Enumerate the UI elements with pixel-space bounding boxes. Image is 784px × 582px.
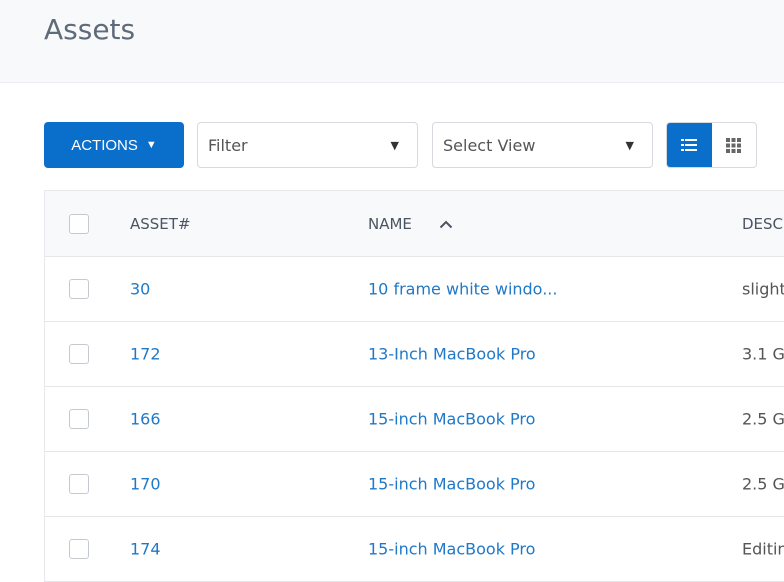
column-header-name[interactable]: NAME [368,215,453,233]
asset-name-link[interactable]: 15-inch MacBook Pro [368,410,535,429]
asset-name-link[interactable]: 13-Inch MacBook Pro [368,345,536,364]
column-header-asset[interactable]: ASSET# [130,215,191,233]
asset-number-link[interactable]: 166 [130,410,161,429]
select-view-dropdown[interactable]: Select View ▼ [432,122,653,168]
filter-dropdown[interactable]: Filter ▼ [197,122,418,168]
row-checkbox[interactable] [69,474,89,494]
asset-number-link[interactable]: 30 [130,280,150,299]
actions-label: ACTIONS [71,136,138,154]
page-header: Assets [0,0,784,83]
row-checkbox[interactable] [69,539,89,559]
row-checkbox[interactable] [69,279,89,299]
asset-name-link[interactable]: 15-inch MacBook Pro [368,475,535,494]
actions-button[interactable]: ACTIONS ▼ [44,122,184,168]
asset-number-link[interactable]: 170 [130,475,161,494]
asset-description: Editin [742,539,784,559]
caret-down-icon: ▼ [145,139,157,151]
page-title: Assets [44,13,136,46]
sort-ascending-icon [439,220,452,228]
column-header-name-label: NAME [368,214,412,233]
list-icon [681,139,698,151]
asset-name-link[interactable]: 15-inch MacBook Pro [368,540,535,559]
caret-down-icon: ▼ [625,138,634,152]
table-row: 172 13-Inch MacBook Pro 3.1 G [45,322,784,387]
table-row: 166 15-inch MacBook Pro 2.5 G [45,387,784,452]
table-row: 174 15-inch MacBook Pro Editin [45,517,784,582]
asset-description: 2.5 G [742,474,784,494]
view-value: Select View [443,135,536,155]
view-mode-toggle [666,122,757,168]
grid-icon [726,137,742,153]
asset-description: slight [742,279,784,299]
asset-number-link[interactable]: 174 [130,540,161,559]
row-checkbox[interactable] [69,344,89,364]
select-all-checkbox[interactable] [69,213,89,234]
table-row: 30 10 frame white windo... slight [45,257,784,322]
asset-description: 2.5 G [742,409,784,429]
table-header-row: ASSET# NAME DESC [45,191,784,257]
table-row: 170 15-inch MacBook Pro 2.5 G [45,452,784,517]
assets-table: ASSET# NAME DESC 30 10 frame white windo.… [44,190,784,582]
asset-name-link[interactable]: 10 frame white windo... [368,280,557,299]
caret-down-icon: ▼ [390,138,399,152]
asset-number-link[interactable]: 172 [130,345,161,364]
row-checkbox[interactable] [69,409,89,429]
list-view-button[interactable] [667,123,712,167]
asset-description: 3.1 G [742,344,784,364]
filter-value: Filter [208,135,248,155]
grid-view-button[interactable] [712,123,757,167]
column-header-description[interactable]: DESC [742,215,783,233]
